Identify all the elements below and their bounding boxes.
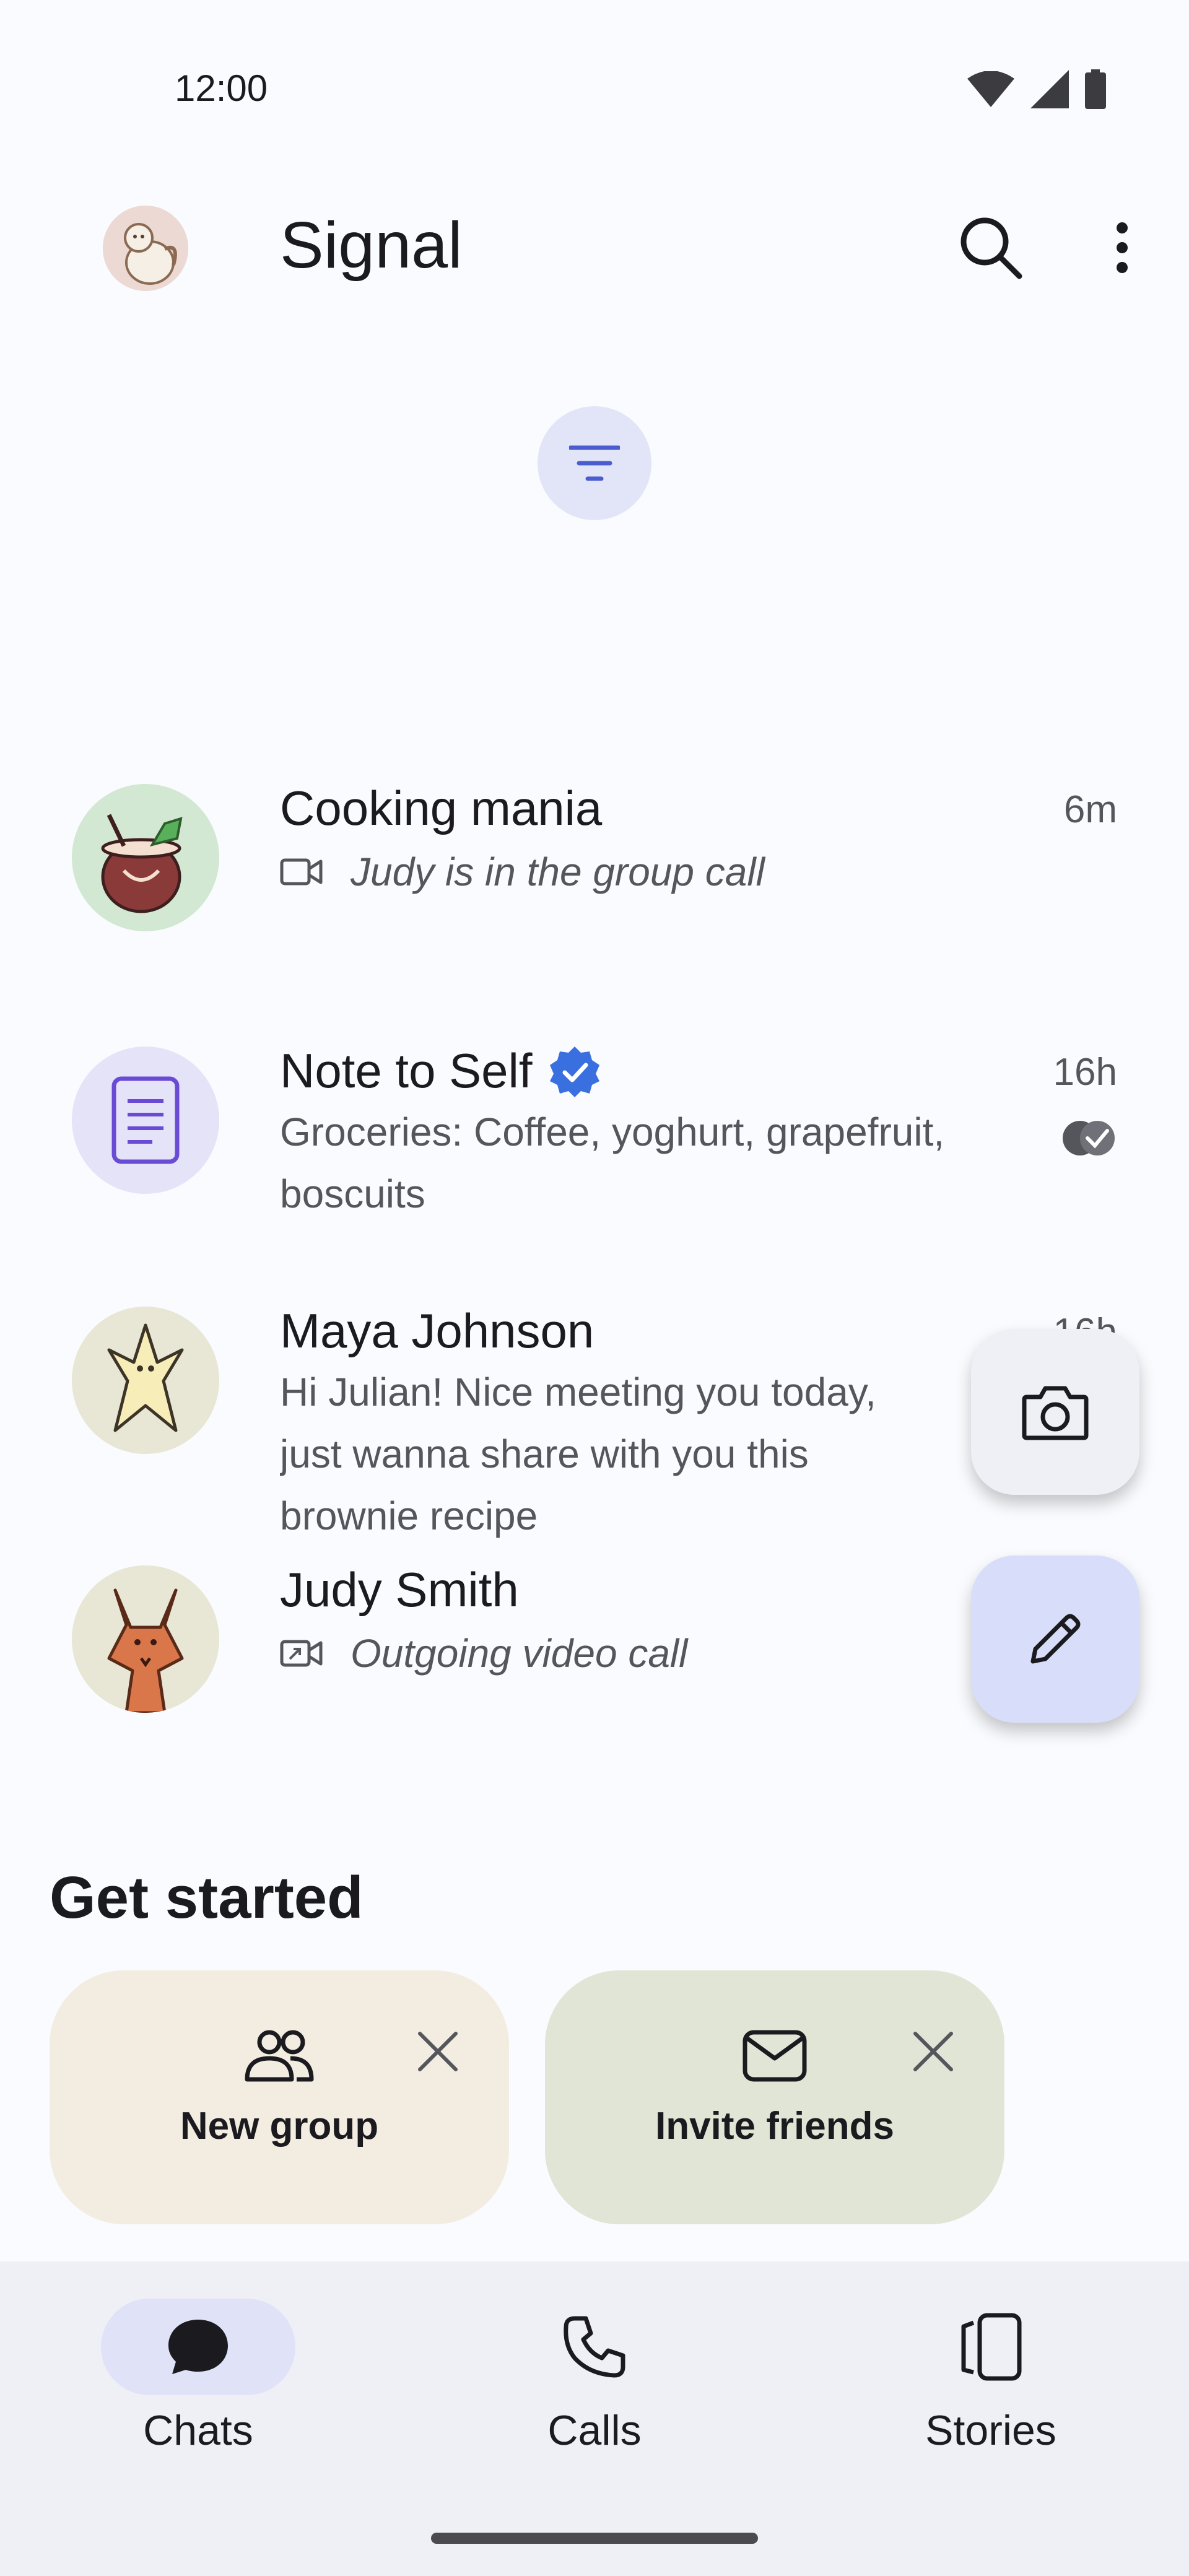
bottom-navigation: Chats Calls Stories (0, 2261, 1189, 2576)
nav-label: Calls (547, 2407, 642, 2454)
search-icon (960, 217, 1022, 279)
creature-avatar (72, 1307, 219, 1454)
nav-chats[interactable]: Chats (74, 2299, 322, 2455)
dismiss-invite-friends-button[interactable] (905, 2024, 961, 2079)
nav-pill (497, 2299, 692, 2395)
group-icon (245, 2030, 314, 2082)
profile-avatar[interactable] (103, 206, 188, 291)
stories-icon (961, 2313, 1022, 2381)
chat-snippet: Outgoing video call (280, 1622, 1035, 1684)
wifi-icon (967, 71, 1014, 107)
video-camera-icon (280, 858, 323, 886)
filter-icon (569, 445, 620, 481)
camera-icon (1022, 1386, 1089, 1440)
close-icon (913, 2032, 953, 2071)
chat-snippet: Judy is in the group call (280, 841, 1035, 903)
outgoing-video-icon (280, 1640, 323, 1667)
chat-time: 6m (1063, 788, 1117, 831)
compose-fab[interactable] (971, 1556, 1139, 1723)
phone-icon (564, 2316, 625, 2378)
chat-name: Cooking mania (280, 781, 603, 835)
search-button[interactable] (954, 211, 1028, 285)
chat-snippet: Groceries: Coffee, yoghurt, grapefruit, … (280, 1110, 945, 1216)
mail-icon (743, 2030, 807, 2082)
camera-fab[interactable] (971, 1329, 1139, 1495)
chat-time: 16h (1053, 1051, 1117, 1094)
status-icons (967, 69, 1106, 109)
chat-row-cooking-mania[interactable]: Cooking mania Judy is in the group call … (0, 768, 1189, 1016)
nav-pill-active (101, 2299, 295, 2395)
card-label: New group (180, 2105, 379, 2147)
chat-name: Judy Smith (280, 1562, 519, 1617)
dismiss-new-group-button[interactable] (410, 2024, 466, 2079)
home-gesture-handle[interactable] (431, 2533, 758, 2544)
chat-name: Note to Self (280, 1043, 601, 1099)
nav-stories[interactable]: Stories (867, 2299, 1115, 2455)
more-vert-icon (1117, 222, 1128, 273)
status-time: 12:00 (175, 67, 268, 109)
more-options-button[interactable] (1091, 211, 1153, 285)
coconut-drink-avatar (72, 784, 219, 931)
app-title: Signal (280, 209, 463, 282)
nav-label: Stories (925, 2407, 1056, 2454)
nav-pill (894, 2299, 1088, 2395)
chat-row-note-to-self[interactable]: Note to Self Groceries: Coffee, yoghurt,… (0, 1030, 1189, 1278)
card-label: Invite friends (655, 2105, 894, 2147)
note-avatar (72, 1046, 219, 1194)
invite-friends-card[interactable]: Invite friends (545, 1970, 1004, 2224)
pencil-icon (1030, 1614, 1081, 1664)
chat-snippet: Hi Julian! Nice meeting you today, just … (280, 1370, 876, 1538)
cellular-signal-icon (1030, 70, 1069, 108)
battery-icon (1085, 69, 1106, 109)
nav-calls[interactable]: Calls (471, 2299, 718, 2455)
get-started-title: Get started (50, 1865, 364, 1931)
fox-avatar (72, 1565, 219, 1713)
read-receipt-icon (1063, 1121, 1115, 1155)
chat-name: Maya Johnson (280, 1303, 594, 1358)
nav-label: Chats (143, 2407, 253, 2454)
chat-bubble-icon (168, 2320, 228, 2374)
user-avatar (103, 206, 188, 291)
filter-button[interactable] (538, 406, 651, 520)
new-group-card[interactable]: New group (50, 1970, 509, 2224)
close-icon (418, 2032, 458, 2071)
verified-badge-icon (549, 1046, 599, 1097)
